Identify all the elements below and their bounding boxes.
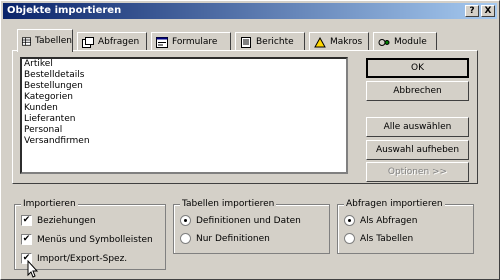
list-item[interactable]: Personal: [22, 125, 346, 136]
definitions-only-radio[interactable]: [180, 233, 191, 244]
tables-import-group: Tabellen importieren Definitionen und Da…: [173, 199, 330, 254]
checkbox-label: Import/Export-Spez.: [37, 253, 128, 264]
group-label: Importieren: [21, 199, 78, 209]
radio-label: Definitionen und Daten: [196, 215, 301, 226]
definitions-and-data-radio[interactable]: [180, 215, 191, 226]
radio-label: Als Abfragen: [360, 215, 418, 226]
group-label: Abfragen importieren: [344, 199, 445, 209]
as-tables-radio[interactable]: [344, 233, 355, 244]
deselect-all-button[interactable]: Auswahl aufheben: [366, 140, 469, 160]
list-item[interactable]: Artikel: [22, 59, 346, 70]
report-icon: [241, 36, 251, 48]
import-objects-dialog: Objekte importieren ? X Tabellen Abfrage…: [0, 0, 500, 280]
as-queries-radio[interactable]: [344, 215, 355, 226]
tab-label: Module: [394, 37, 427, 47]
window-title: Objekte importieren: [7, 5, 122, 16]
relationships-checkbox[interactable]: ✔: [21, 215, 32, 226]
cancel-button[interactable]: Abbrechen: [366, 81, 469, 101]
list-item[interactable]: Lieferanten: [22, 114, 346, 125]
tab-label: Tabellen: [34, 36, 72, 46]
help-button[interactable]: ?: [465, 5, 479, 17]
list-item[interactable]: Kategorien: [22, 92, 346, 103]
radio-label: Als Tabellen: [360, 233, 414, 244]
select-all-button[interactable]: Alle auswählen: [366, 117, 469, 137]
definitions-and-data-radio-row[interactable]: Definitionen und Daten: [180, 215, 301, 226]
table-icon: [22, 36, 31, 46]
checkbox-label: Beziehungen: [37, 215, 96, 226]
checkbox-label: Menüs und Symbolleisten: [37, 234, 153, 245]
tab-tabellen[interactable]: Tabellen: [17, 29, 73, 52]
query-icon: [82, 36, 94, 48]
list-item[interactable]: Bestelldetails: [22, 70, 346, 81]
as-tables-radio-row[interactable]: Als Tabellen: [344, 233, 413, 244]
radio-label: Nur Definitionen: [196, 233, 270, 244]
module-icon: [378, 38, 390, 46]
ok-button[interactable]: OK: [366, 58, 469, 78]
title-bar[interactable]: Objekte importieren ? X: [3, 3, 497, 19]
as-queries-radio-row[interactable]: Als Abfragen: [344, 215, 417, 226]
list-item[interactable]: Bestellungen: [22, 81, 346, 92]
mouse-cursor-icon: [27, 260, 39, 278]
queries-import-group: Abfragen importieren Als Abfragen Als Ta…: [337, 199, 474, 254]
list-item[interactable]: Versandfirmen: [22, 136, 346, 147]
relationships-checkbox-row[interactable]: ✔ Beziehungen: [21, 215, 96, 226]
tab-label: Formulare: [172, 37, 218, 47]
tab-label: Makros: [330, 37, 363, 47]
list-item[interactable]: Kunden: [22, 103, 346, 114]
definitions-only-radio-row[interactable]: Nur Definitionen: [180, 233, 270, 244]
tables-listbox[interactable]: Artikel Bestelldetails Bestellungen Kate…: [20, 57, 348, 174]
menus-checkbox-row[interactable]: ✔ Menüs und Symbolleisten: [21, 234, 153, 245]
macro-icon: [314, 36, 326, 47]
tab-formulare[interactable]: Formulare: [151, 32, 231, 51]
tab-berichte[interactable]: Berichte: [235, 32, 305, 51]
group-label: Tabellen importieren: [180, 199, 277, 209]
tab-abfragen[interactable]: Abfragen: [77, 32, 147, 51]
tab-label: Abfragen: [98, 37, 140, 47]
tab-makros[interactable]: Makros: [309, 32, 369, 51]
form-icon: [156, 36, 168, 48]
tab-label: Berichte: [256, 37, 294, 47]
tab-module[interactable]: Module: [373, 32, 437, 51]
close-button[interactable]: X: [481, 5, 495, 17]
menus-toolbars-checkbox[interactable]: ✔: [21, 234, 32, 245]
options-button[interactable]: Optionen >>: [366, 162, 469, 182]
